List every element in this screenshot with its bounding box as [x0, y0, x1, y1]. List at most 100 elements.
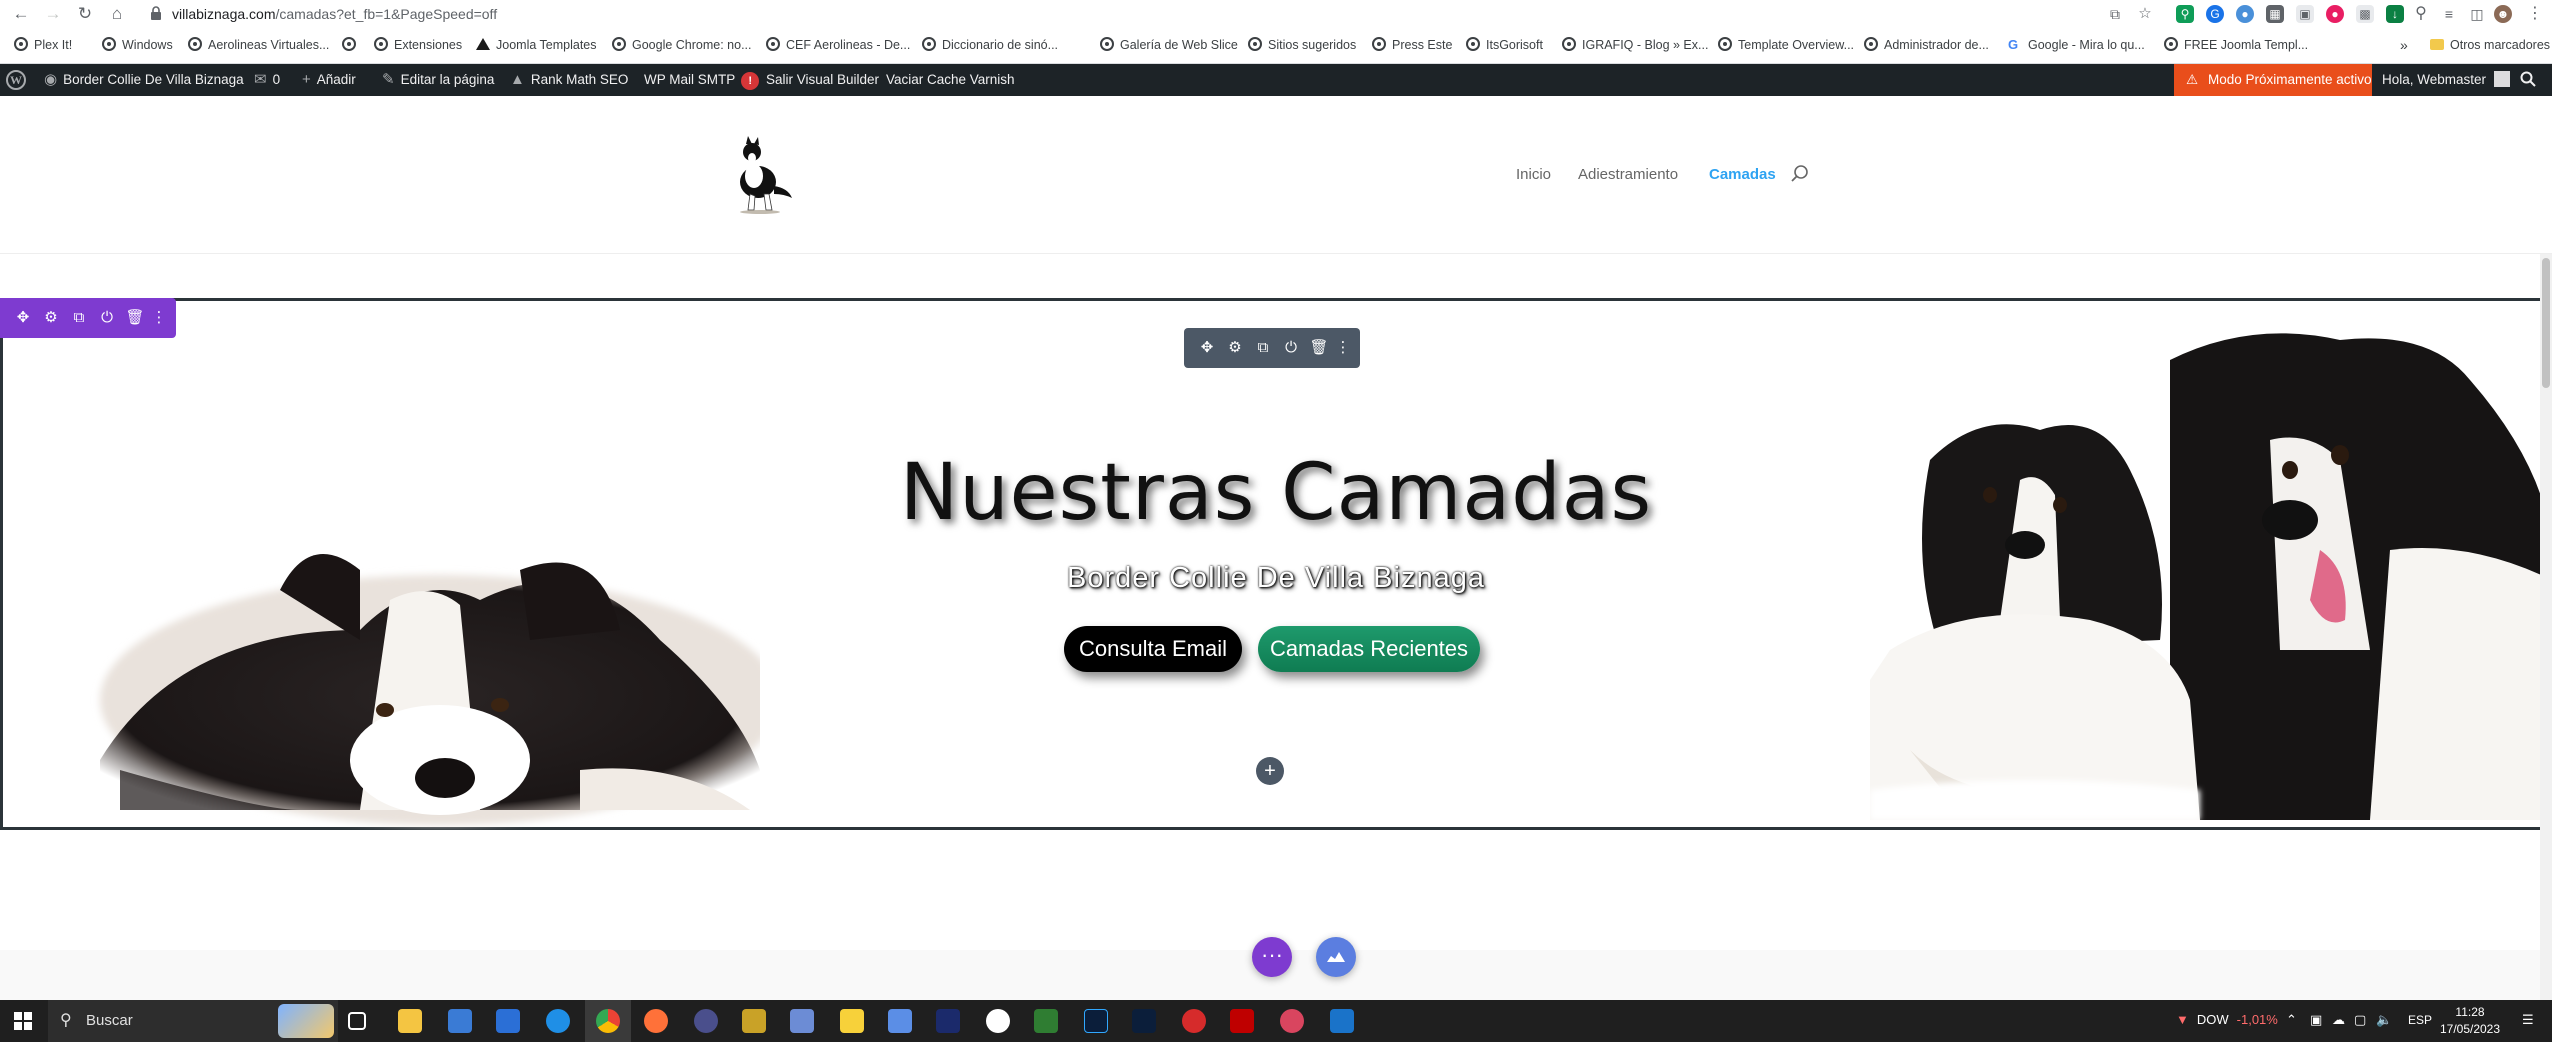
other-bookmarks-folder[interactable]: Otros marcadores — [2430, 36, 2550, 54]
stock-widget[interactable]: ▼ DOW -1,01% — [2176, 1012, 2278, 1027]
share-icon[interactable]: ⧉ — [2104, 3, 2126, 25]
add-module-button[interactable]: + — [1256, 757, 1284, 785]
app-icon[interactable] — [1330, 1009, 1354, 1033]
extension-chat-icon[interactable]: ● — [2236, 5, 2254, 23]
bookmark-item[interactable]: Joomla Templates — [476, 36, 597, 54]
scrollbar-thumb[interactable] — [2542, 258, 2550, 388]
bookmark-item[interactable]: FREE Joomla Templ... — [2164, 36, 2308, 54]
bookmark-item[interactable]: CEF Aerolineas - De... — [766, 36, 910, 54]
clock[interactable]: 11:28 17/05/2023 — [2438, 1004, 2502, 1038]
rank-math-link[interactable]: ▲ Rank Math SEO — [510, 64, 628, 96]
extension-image-icon[interactable]: ▩ — [2356, 5, 2374, 23]
admin-search-icon[interactable] — [2520, 64, 2536, 96]
exit-visual-builder-link[interactable]: Salir Visual Builder — [766, 64, 879, 96]
chrome-menu-icon[interactable]: ⋮ — [2524, 3, 2546, 25]
back-icon[interactable]: ← — [10, 3, 32, 25]
opera-icon[interactable] — [1182, 1009, 1206, 1033]
bookmark-item[interactable]: G Google - Mira lo qu... — [2008, 36, 2145, 54]
volume-icon[interactable]: 🔈 — [2376, 1012, 2392, 1028]
coming-soon-badge[interactable]: ⚠ Modo Próximamente activo — [2174, 64, 2372, 96]
duplicate-icon[interactable]: ⧉ — [69, 308, 89, 328]
bookmark-item[interactable]: ItsGorisoft — [1466, 36, 1543, 54]
bookmark-item[interactable]: IGRAFIQ - Blog » Ex... — [1562, 36, 1708, 54]
nav-item-adiestramiento[interactable]: Adiestramiento — [1578, 166, 1678, 183]
edge-icon[interactable] — [546, 1009, 570, 1033]
user-menu[interactable]: Hola, Webmaster — [2382, 64, 2511, 96]
bookmark-item[interactable]: Administrador de... — [1864, 36, 1989, 54]
bookmark-item[interactable]: Aerolineas Virtuales... — [188, 36, 329, 54]
bookmark-item[interactable]: Google Chrome: no... — [612, 36, 752, 54]
settings-gear-icon[interactable]: ⚙ — [1225, 338, 1245, 358]
notifications-icon[interactable]: ☰ — [2522, 1012, 2534, 1028]
bookmark-item[interactable] — [342, 36, 362, 54]
move-icon[interactable]: ✥ — [13, 308, 33, 328]
app-icon[interactable] — [936, 1009, 960, 1033]
photoshop-icon[interactable] — [1084, 1009, 1108, 1033]
delete-trash-icon[interactable]: 🗑 — [125, 308, 145, 328]
home-icon[interactable]: ⌂ — [106, 3, 128, 25]
reading-list-icon[interactable]: ≡ — [2438, 3, 2460, 25]
site-logo[interactable] — [728, 132, 798, 216]
firefox-icon[interactable] — [644, 1009, 668, 1033]
file-explorer-icon[interactable] — [398, 1009, 422, 1033]
bookmark-item[interactable]: Plex It! — [14, 36, 72, 54]
task-view-icon[interactable] — [348, 1012, 366, 1030]
monitor-icon[interactable]: ▢ — [2354, 1012, 2366, 1028]
comments-link[interactable]: ✉ 0 — [254, 64, 280, 96]
bookmark-item[interactable]: Press Este — [1372, 36, 1452, 54]
extension-download-icon[interactable]: ↓ — [2386, 5, 2404, 23]
purge-varnish-link[interactable]: Vaciar Cache Varnish — [886, 64, 1015, 96]
reload-icon[interactable]: ↻ — [74, 3, 96, 25]
edit-page-link[interactable]: ✎ Editar la página — [382, 64, 494, 96]
url-bar[interactable]: villabiznaga.com/camadas?et_fb=1&PageSpe… — [172, 6, 497, 22]
extension-blue-icon[interactable]: G — [2206, 5, 2224, 23]
sticky-notes-icon[interactable] — [840, 1009, 864, 1033]
more-options-icon[interactable]: ⋮ — [1333, 338, 1353, 358]
app-icon[interactable] — [1034, 1009, 1058, 1033]
input-language[interactable]: ESP — [2408, 1013, 2432, 1027]
settings-gear-icon[interactable]: ⚙ — [41, 308, 61, 328]
more-bookmarks-button[interactable]: » — [2400, 36, 2408, 54]
app-icon[interactable] — [1280, 1009, 1304, 1033]
extension-grid-icon[interactable]: ▦ — [2266, 5, 2284, 23]
power-icon[interactable]: ⏻ — [1281, 338, 1301, 358]
chrome-icon[interactable] — [596, 1009, 620, 1033]
email-contact-button[interactable]: Consulta Email — [1064, 626, 1242, 672]
app-icon[interactable] — [986, 1009, 1010, 1033]
search-icon[interactable] — [1790, 164, 1810, 184]
builder-menu-button[interactable]: ··· — [1252, 937, 1292, 977]
tray-chevron-icon[interactable]: ⌃ — [2286, 1012, 2297, 1028]
duplicate-icon[interactable]: ⧉ — [1253, 338, 1273, 358]
forward-icon[interactable]: → — [42, 3, 64, 25]
site-name-link[interactable]: ◉ Border Collie De Villa Biznaga — [44, 64, 244, 96]
bookmark-item[interactable]: Template Overview... — [1718, 36, 1854, 54]
bookmark-star-icon[interactable]: ☆ — [2134, 3, 2156, 25]
windows-start-icon[interactable] — [14, 1012, 32, 1030]
extensions-puzzle-icon[interactable]: ⚲ — [2410, 3, 2432, 25]
move-icon[interactable]: ✥ — [1197, 338, 1217, 358]
side-panel-icon[interactable]: ◫ — [2466, 3, 2488, 25]
bookmark-item[interactable]: Galería de Web Slice — [1100, 36, 1238, 54]
profile-avatar[interactable]: ☻ — [2494, 5, 2512, 23]
filezilla-icon[interactable] — [1230, 1009, 1254, 1033]
add-new-link[interactable]: + Añadir — [302, 64, 356, 96]
recent-litters-button[interactable]: Camadas Recientes — [1258, 626, 1480, 672]
store-icon[interactable] — [448, 1009, 472, 1033]
more-options-icon[interactable]: ⋮ — [149, 308, 169, 328]
app-icon[interactable] — [694, 1009, 718, 1033]
delete-trash-icon[interactable]: 🗑 — [1309, 338, 1329, 358]
bookmark-item[interactable]: Windows — [102, 36, 173, 54]
page-speed-button[interactable] — [1316, 937, 1356, 977]
mail-icon[interactable] — [496, 1009, 520, 1033]
photoshop-icon[interactable] — [1132, 1009, 1156, 1033]
tray-app-icon[interactable]: ▣ — [2310, 1012, 2322, 1028]
app-icon[interactable] — [888, 1009, 912, 1033]
wordpress-logo-icon[interactable]: W — [6, 70, 26, 90]
taskbar-search-box[interactable]: ⚲ Buscar — [48, 1000, 338, 1042]
bookmark-item[interactable]: Extensiones — [374, 36, 462, 54]
app-icon[interactable] — [742, 1009, 766, 1033]
nav-item-inicio[interactable]: Inicio — [1516, 166, 1551, 183]
extension-colorful-icon[interactable]: ● — [2326, 5, 2344, 23]
bookmark-item[interactable]: Diccionario de sinó... — [922, 36, 1058, 54]
flight-sim-icon[interactable] — [790, 1009, 814, 1033]
